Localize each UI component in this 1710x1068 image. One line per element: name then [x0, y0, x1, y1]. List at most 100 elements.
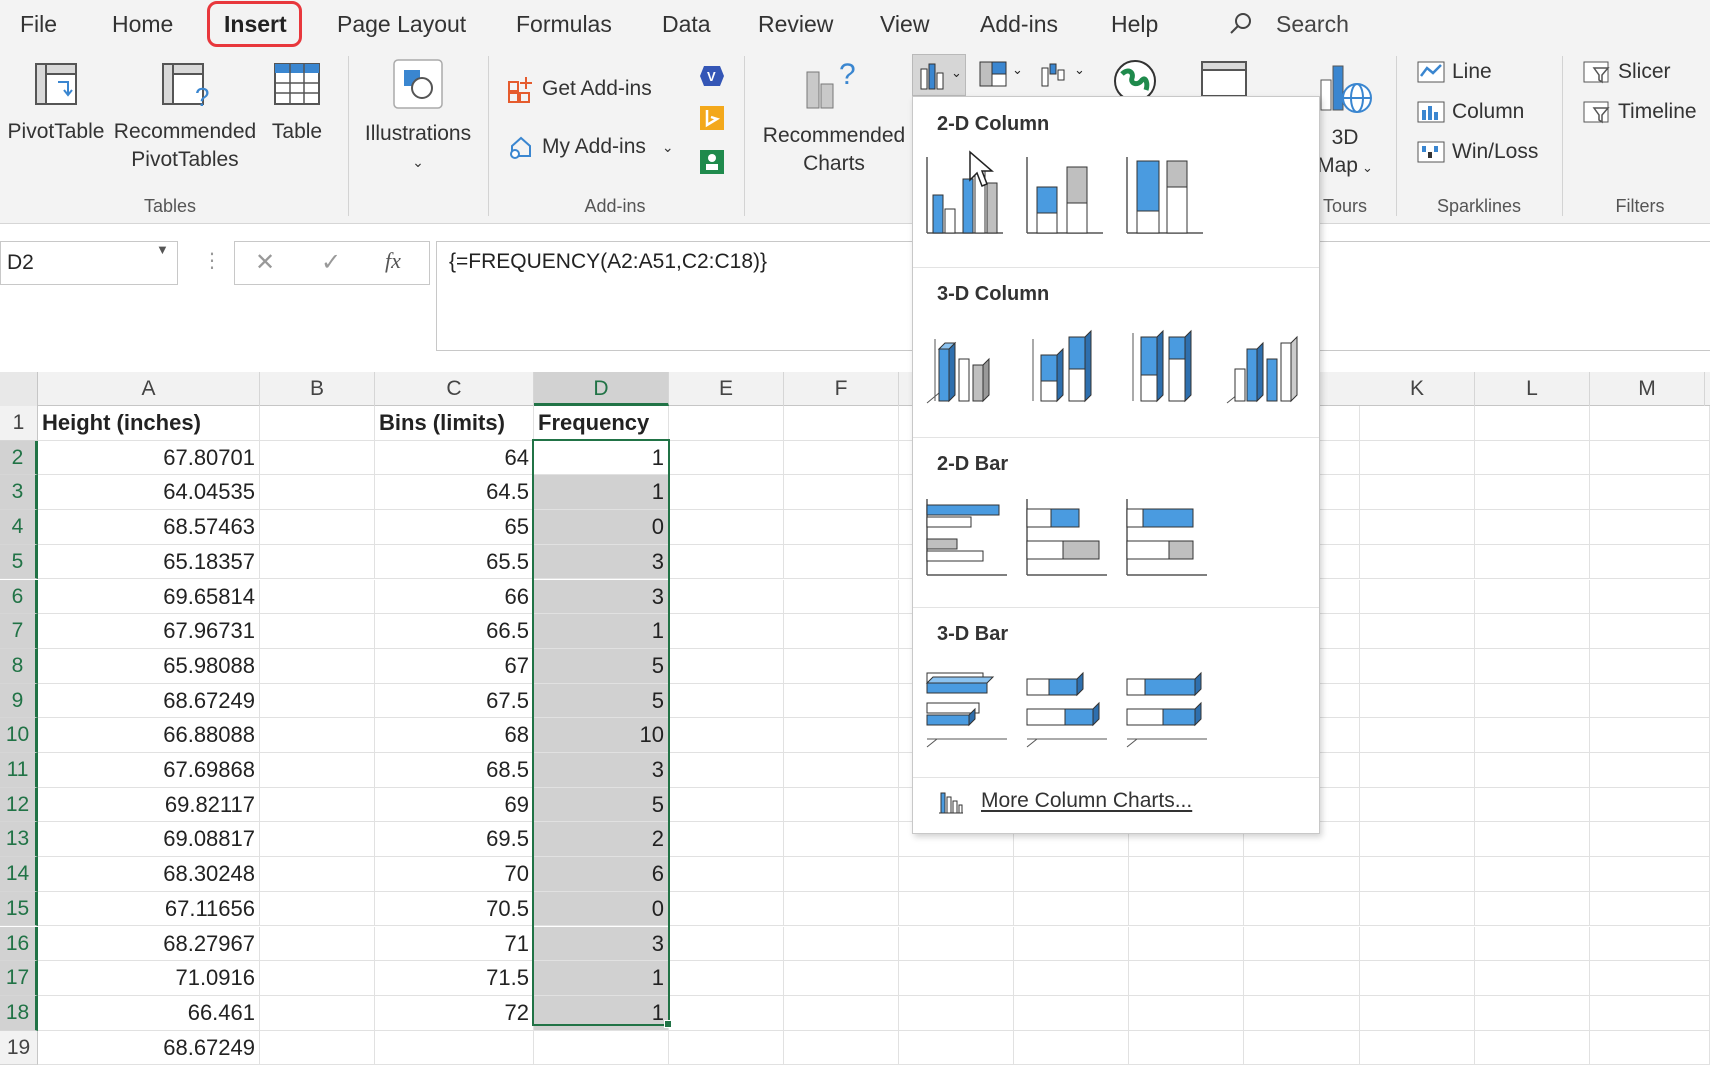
cell-f2[interactable] — [784, 440, 899, 476]
cell-a7[interactable]: 67.96731 — [38, 614, 260, 649]
insert-hierarchy-chart-button[interactable]: ⌄ — [976, 58, 1028, 94]
recommended-charts-button[interactable]: ? Recommended Charts — [756, 56, 912, 178]
cell-k13[interactable] — [1360, 822, 1475, 858]
cell-h14[interactable] — [1014, 857, 1129, 892]
row-header[interactable]: 14 — [0, 857, 38, 892]
cell-g18[interactable] — [899, 995, 1014, 1031]
cell-l2[interactable] — [1475, 440, 1590, 476]
cell-e3[interactable] — [669, 475, 784, 511]
cell-d12[interactable]: 5 — [534, 787, 669, 823]
cell-a12[interactable]: 69.82117 — [38, 787, 260, 823]
tab-insert[interactable]: Insert — [224, 0, 287, 48]
cell-f15[interactable] — [784, 891, 899, 927]
cell-d4[interactable]: 0 — [534, 510, 669, 545]
cell-a14[interactable]: 68.30248 — [38, 857, 260, 892]
cell-i19[interactable] — [1129, 1030, 1244, 1066]
3d-stacked-bar-icon[interactable] — [1023, 659, 1107, 749]
row-header[interactable]: 3 — [0, 475, 38, 511]
cell-j18[interactable] — [1244, 995, 1360, 1031]
cell-i16[interactable] — [1129, 926, 1244, 962]
cell-h15[interactable] — [1014, 891, 1129, 927]
cell-i14[interactable] — [1129, 857, 1244, 892]
100-percent-stacked-bar-icon[interactable] — [1123, 489, 1207, 579]
cell-m9[interactable] — [1590, 683, 1710, 719]
row-header[interactable]: 18 — [0, 995, 38, 1031]
cell-a18[interactable]: 66.461 — [38, 995, 260, 1031]
cell-b19[interactable] — [260, 1030, 375, 1066]
cell-c14[interactable]: 70 — [375, 857, 534, 892]
cell-e17[interactable] — [669, 961, 784, 996]
cell-l19[interactable] — [1475, 1030, 1590, 1066]
cell-b9[interactable] — [260, 683, 375, 719]
cell-a19[interactable]: 68.67249 — [38, 1030, 260, 1066]
cell-b14[interactable] — [260, 857, 375, 892]
cell-m6[interactable] — [1590, 579, 1710, 615]
cell-f3[interactable] — [784, 475, 899, 511]
cell-m4[interactable] — [1590, 510, 1710, 545]
cell-e6[interactable] — [669, 579, 784, 615]
cell-b3[interactable] — [260, 475, 375, 511]
cell-i15[interactable] — [1129, 891, 1244, 927]
cell-l3[interactable] — [1475, 475, 1590, 511]
column-header-e[interactable]: E — [669, 372, 784, 406]
cell-d6[interactable]: 3 — [534, 579, 669, 615]
row-header[interactable]: 9 — [0, 683, 38, 719]
cell-j14[interactable] — [1244, 857, 1360, 892]
cell-d11[interactable]: 3 — [534, 753, 669, 788]
people-graph-icon[interactable] — [698, 148, 726, 176]
cell-a10[interactable]: 66.88088 — [38, 718, 260, 753]
cell-l10[interactable] — [1475, 718, 1590, 753]
row-header[interactable]: 6 — [0, 579, 38, 615]
tab-page-layout[interactable]: Page Layout — [337, 0, 466, 48]
cell-c13[interactable]: 69.5 — [375, 822, 534, 858]
cell-l15[interactable] — [1475, 891, 1590, 927]
cell-b1[interactable] — [260, 406, 375, 441]
row-header[interactable]: 1 — [0, 406, 38, 441]
cell-c8[interactable]: 67 — [375, 648, 534, 684]
cell-e5[interactable] — [669, 544, 784, 580]
cell-d18[interactable]: 1 — [534, 995, 669, 1031]
tab-review[interactable]: Review — [758, 0, 833, 48]
row-header[interactable]: 16 — [0, 926, 38, 962]
cell-a4[interactable]: 68.57463 — [38, 510, 260, 545]
cell-b6[interactable] — [260, 579, 375, 615]
3d-clustered-column-icon[interactable] — [923, 319, 1007, 409]
search-box[interactable]: Search — [1228, 0, 1349, 48]
visio-icon[interactable]: V — [698, 62, 726, 90]
cell-g16[interactable] — [899, 926, 1014, 962]
cell-d2[interactable]: 1 — [534, 440, 669, 476]
table-button[interactable]: Table — [262, 58, 332, 146]
cell-c18[interactable]: 72 — [375, 995, 534, 1031]
cell-m19[interactable] — [1590, 1030, 1710, 1066]
row-header[interactable]: 11 — [0, 753, 38, 788]
cell-b16[interactable] — [260, 926, 375, 962]
cell-m15[interactable] — [1590, 891, 1710, 927]
cell-c4[interactable]: 65 — [375, 510, 534, 545]
cell-j16[interactable] — [1244, 926, 1360, 962]
cancel-icon[interactable]: ✕ — [255, 248, 275, 277]
row-header[interactable]: 10 — [0, 718, 38, 753]
cell-m3[interactable] — [1590, 475, 1710, 511]
cell-c12[interactable]: 69 — [375, 787, 534, 823]
cell-a5[interactable]: 65.18357 — [38, 544, 260, 580]
cell-d14[interactable]: 6 — [534, 857, 669, 892]
cell-g17[interactable] — [899, 961, 1014, 996]
row-header[interactable]: 17 — [0, 961, 38, 996]
cell-e4[interactable] — [669, 510, 784, 545]
cell-m5[interactable] — [1590, 544, 1710, 580]
cell-e9[interactable] — [669, 683, 784, 719]
cell-d3[interactable]: 1 — [534, 475, 669, 511]
cell-a11[interactable]: 67.69868 — [38, 753, 260, 788]
cell-f7[interactable] — [784, 614, 899, 649]
100-percent-stacked-column-icon[interactable] — [1123, 147, 1207, 237]
cell-l8[interactable] — [1475, 648, 1590, 684]
sparkline-winloss-button[interactable]: Win/Loss — [1416, 138, 1538, 166]
cell-j19[interactable] — [1244, 1030, 1360, 1066]
cell-h18[interactable] — [1014, 995, 1129, 1031]
row-header[interactable]: 4 — [0, 510, 38, 545]
cell-e1[interactable] — [669, 406, 784, 441]
column-header-f[interactable]: F — [784, 372, 899, 406]
tab-view[interactable]: View — [880, 0, 929, 48]
cell-k1[interactable] — [1360, 406, 1475, 441]
cell-k8[interactable] — [1360, 648, 1475, 684]
